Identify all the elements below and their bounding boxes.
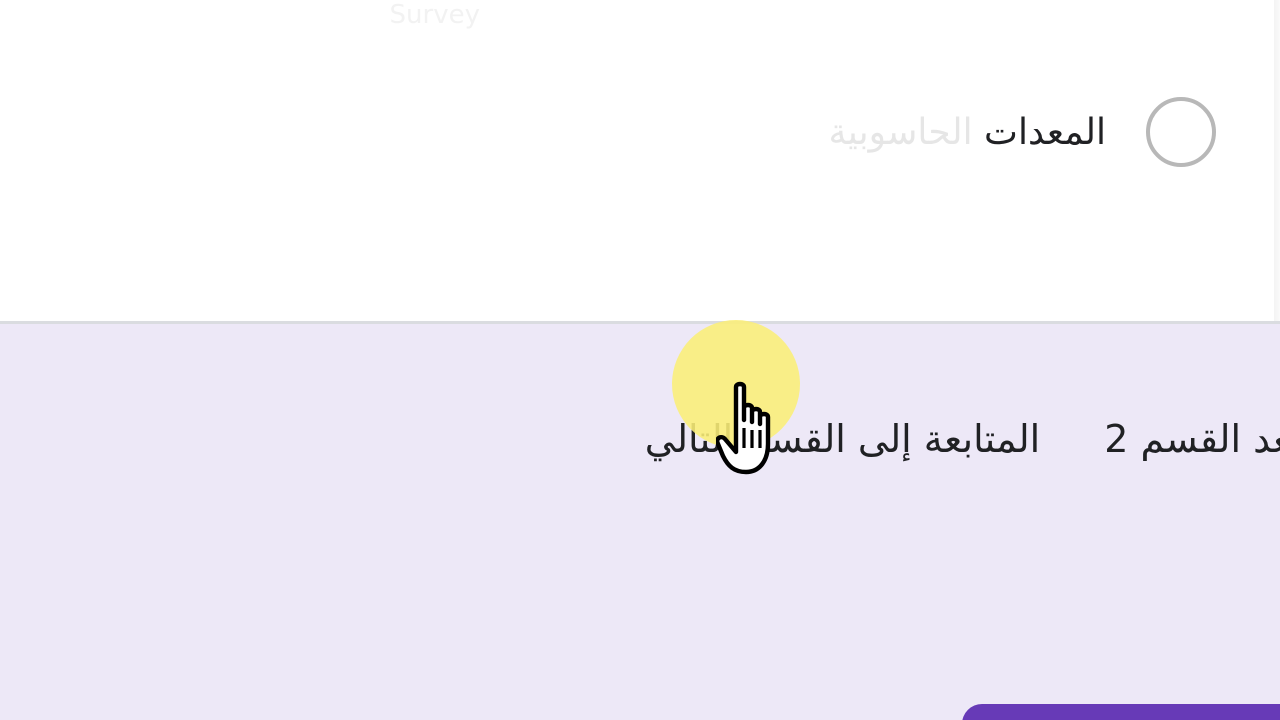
radio-unchecked-icon[interactable] — [1146, 97, 1216, 167]
option-label-text: المعدات — [984, 111, 1106, 153]
option-label-faded-text: الحاسوبية — [828, 111, 973, 153]
goto-section-dropdown[interactable]: المتابعة إلى القسم التالي — [645, 417, 1040, 461]
question-card: Survey المعدات الحاسوبية — [0, 0, 1280, 323]
add-section-button[interactable] — [962, 704, 1280, 720]
after-section-label: بعد القسم 2 — [1104, 417, 1280, 461]
option-row[interactable]: المعدات الحاسوبية — [828, 88, 1216, 176]
after-section-row: بعد القسم 2 المتابعة إلى القسم التالي — [645, 404, 1280, 474]
card-edge-shadow — [1274, 0, 1280, 323]
option-label: المعدات الحاسوبية — [828, 112, 1106, 153]
section-navigation-footer — [0, 324, 1280, 720]
form-editor-page: Survey المعدات الحاسوبية بعد القسم 2 الم… — [0, 0, 1280, 720]
faded-heading-text: Survey — [389, 0, 480, 30]
